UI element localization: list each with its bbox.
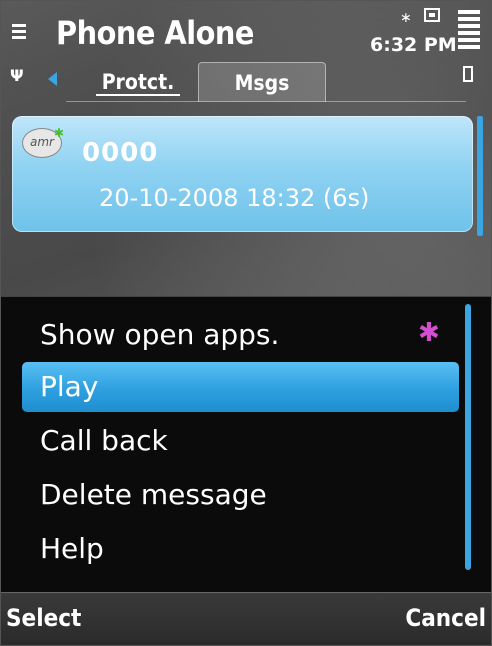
app-title: Phone Alone — [56, 14, 254, 52]
signal-bars-icon — [12, 24, 26, 42]
menu-item-call-back[interactable]: Call back — [40, 424, 168, 457]
tab-protect[interactable]: Protct. — [78, 62, 198, 102]
tab-divider — [66, 101, 466, 102]
menu-scrollbar[interactable] — [465, 304, 471, 570]
battery-icon — [463, 66, 473, 82]
task-switcher-icon: ✱ — [418, 318, 440, 348]
bluetooth-icon: ∗ — [400, 10, 412, 26]
cancel-softkey[interactable]: Cancel — [405, 604, 486, 632]
message-sender: 0000 — [82, 138, 159, 168]
message-datetime: 20-10-2008 18:32 (6s) — [99, 184, 370, 212]
tab-underline — [96, 94, 180, 96]
menu-item-delete-message[interactable]: Delete message — [40, 478, 267, 511]
menu-item-show-open-apps[interactable]: Show open apps. — [40, 318, 279, 351]
battery-level-icon — [458, 10, 480, 52]
network-mode-icon — [424, 8, 440, 22]
tab-msgs[interactable]: Msgs — [198, 62, 326, 102]
tab-left-arrow-icon[interactable] — [48, 72, 57, 86]
select-softkey[interactable]: Select — [6, 604, 81, 632]
menu-item-help[interactable]: Help — [40, 532, 104, 565]
list-scrollbar[interactable] — [477, 116, 483, 236]
phone-screen: Ψ Phone Alone ∗ 6:32 PM Protct. Msgs amr… — [0, 0, 492, 646]
menu-item-play[interactable]: Play — [40, 370, 98, 403]
antenna-icon: Ψ — [10, 66, 24, 85]
clock: 6:32 PM — [370, 34, 457, 56]
tab-label: Msgs — [234, 71, 290, 95]
new-star-icon: ✱ — [54, 126, 65, 140]
tab-label: Protct. — [101, 70, 175, 94]
message-list-item[interactable] — [12, 116, 473, 232]
